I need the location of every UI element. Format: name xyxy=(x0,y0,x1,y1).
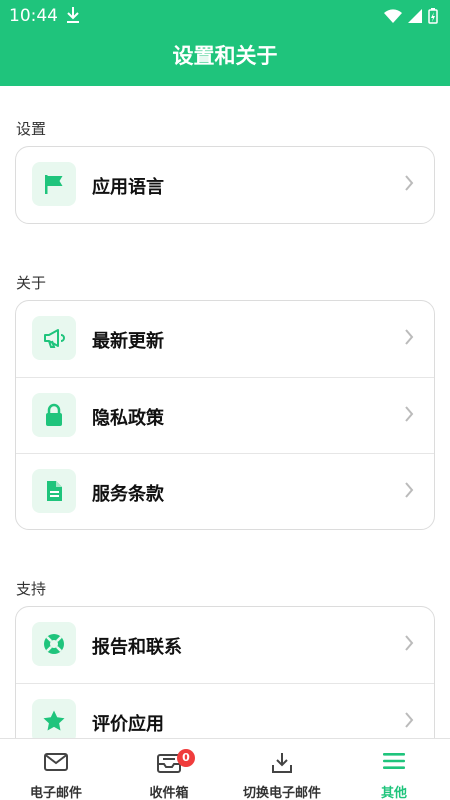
chevron-right-icon xyxy=(404,328,414,350)
row-label: 服务条款 xyxy=(92,484,164,505)
tab-email[interactable]: 电子邮件 xyxy=(0,739,112,800)
lifebuoy-icon xyxy=(32,622,76,666)
section-title-support: 支持 xyxy=(16,580,47,598)
chevron-right-icon xyxy=(404,634,414,656)
status-indicators xyxy=(384,8,438,24)
mail-icon xyxy=(0,751,112,773)
flag-icon xyxy=(32,162,76,206)
row-terms-of-service[interactable]: 服务条款 xyxy=(16,453,434,529)
row-label: 应用语言 xyxy=(92,177,164,198)
menu-icon xyxy=(338,751,450,771)
page-title: 设置和关于 xyxy=(172,44,278,68)
chevron-right-icon xyxy=(404,481,414,503)
tab-inbox[interactable]: 0 收件箱 xyxy=(113,739,225,800)
row-latest-updates[interactable]: 最新更新 xyxy=(16,301,434,377)
tab-switch-email[interactable]: 切换电子邮件 xyxy=(226,739,338,800)
row-report-contact[interactable]: 报告和联系 xyxy=(16,607,434,683)
download-icon xyxy=(226,751,338,775)
row-app-language[interactable]: 应用语言 xyxy=(16,147,434,223)
app-bar: 设置和关于 xyxy=(0,32,450,86)
chevron-right-icon xyxy=(404,405,414,427)
chevron-right-icon xyxy=(404,174,414,196)
lock-icon xyxy=(32,393,76,437)
star-icon xyxy=(32,699,76,738)
megaphone-icon xyxy=(32,316,76,360)
row-rate-app[interactable]: 评价应用 xyxy=(16,683,434,738)
inbox-icon xyxy=(113,751,225,775)
inbox-count-badge: 0 xyxy=(177,749,195,767)
wifi-icon xyxy=(384,9,402,23)
settings-list[interactable]: 设置 应用语言 关于 最新更新 隐私政策 服务条款 支持 报告和联系 评价应用 xyxy=(0,86,450,738)
row-label: 隐私政策 xyxy=(92,408,164,429)
settings-card: 应用语言 xyxy=(15,146,435,224)
status-bar: 10:44 xyxy=(0,0,450,32)
battery-icon xyxy=(428,8,438,24)
document-icon xyxy=(32,469,76,513)
status-time: 10:44 xyxy=(9,6,58,26)
tab-label: 切换电子邮件 xyxy=(242,786,321,800)
tab-label: 收件箱 xyxy=(149,786,189,800)
download-icon xyxy=(66,6,80,28)
tab-more[interactable]: 其他 xyxy=(338,739,450,800)
row-label: 评价应用 xyxy=(92,714,164,735)
tab-label: 电子邮件 xyxy=(29,786,82,800)
bottom-tab-bar: 电子邮件 0 收件箱 切换电子邮件 其他 xyxy=(0,738,450,800)
row-privacy-policy[interactable]: 隐私政策 xyxy=(16,377,434,453)
signal-icon xyxy=(408,9,422,23)
about-card: 最新更新 隐私政策 服务条款 xyxy=(15,300,435,530)
support-card: 报告和联系 评价应用 xyxy=(15,606,435,738)
tab-label: 其他 xyxy=(380,786,407,800)
row-label: 报告和联系 xyxy=(92,637,182,658)
row-label: 最新更新 xyxy=(92,331,164,352)
section-title-about: 关于 xyxy=(16,274,47,292)
chevron-right-icon xyxy=(404,711,414,733)
section-title-settings: 设置 xyxy=(16,120,47,138)
